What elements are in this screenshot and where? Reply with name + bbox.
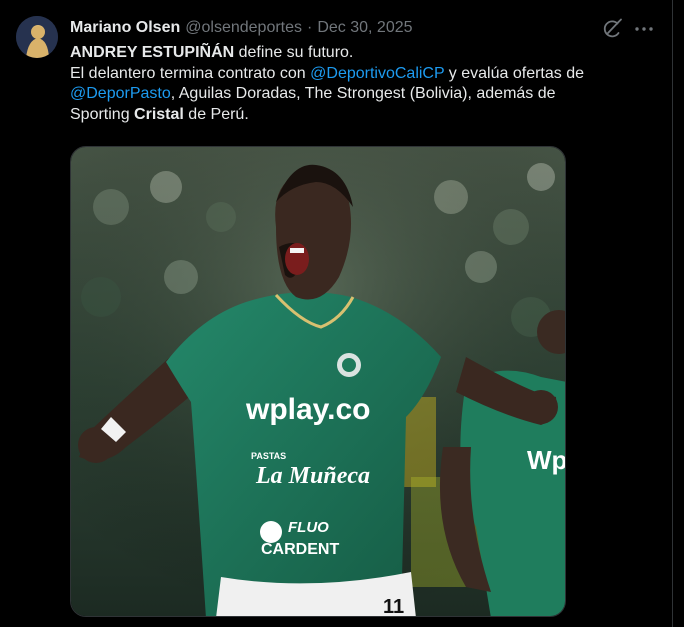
text-segment: , Aguilas Doradas, The Strongest (Bolivi… (170, 85, 556, 102)
mention-link-deportivocali[interactable]: @DeportivoCaliCP (310, 65, 444, 82)
tweet-header: Mariano Olsen @olsendeportes · Dec 30, 2… (70, 17, 413, 39)
timeline-divider (672, 0, 673, 627)
sponsor-wplay: wplay.co (245, 393, 370, 426)
sponsor-cardent: CARDENT (261, 541, 339, 558)
text-segment: define su futuro. (234, 44, 354, 61)
tweet-text-line-1: ANDREY ESTUPIÑÁN define su futuro. (70, 43, 660, 64)
tweet-photo[interactable]: Wp wplay.co PASTAS La Muñeca FLUO CARDEN… (70, 146, 566, 617)
text-segment: Sporting (70, 105, 135, 123)
club-name-bold: Cristal (134, 105, 184, 123)
separator-dot: · (307, 19, 313, 36)
mention-link-deporpasto[interactable]: @DeporPasto (70, 85, 171, 102)
tweet-text-line-4: Sporting Cristal de Perú. (70, 105, 660, 126)
tweet-text: ANDREY ESTUPIÑÁN define su futuro. El de… (70, 43, 660, 125)
sponsor-la-muneca: La Muñeca (255, 463, 370, 489)
avatar[interactable] (16, 16, 58, 58)
text-segment: El delantero termina contrato con (70, 64, 311, 82)
text-segment: de Perú. (183, 105, 249, 123)
second-player-sponsor: Wp (527, 445, 566, 475)
sponsor-pastas-small: PASTAS (251, 451, 286, 461)
jersey-number: 11 (383, 596, 404, 617)
player-name: ANDREY ESTUPIÑÁN (70, 44, 235, 61)
more-icon[interactable] (632, 17, 656, 41)
sponsor-fluo: FLUO (288, 519, 329, 536)
author-handle[interactable]: @olsendeportes (185, 19, 302, 37)
grok-icon[interactable] (600, 17, 624, 41)
author-name[interactable]: Mariano Olsen (70, 19, 180, 37)
tweet-date[interactable]: Dec 30, 2025 (317, 19, 412, 37)
tweet-text-line-3: @DeporPasto, Aguilas Doradas, The Strong… (70, 84, 660, 105)
text-segment: y evalúa ofertas de (444, 64, 584, 82)
tweet-text-line-2: El delantero termina contrato con @Depor… (70, 64, 660, 85)
